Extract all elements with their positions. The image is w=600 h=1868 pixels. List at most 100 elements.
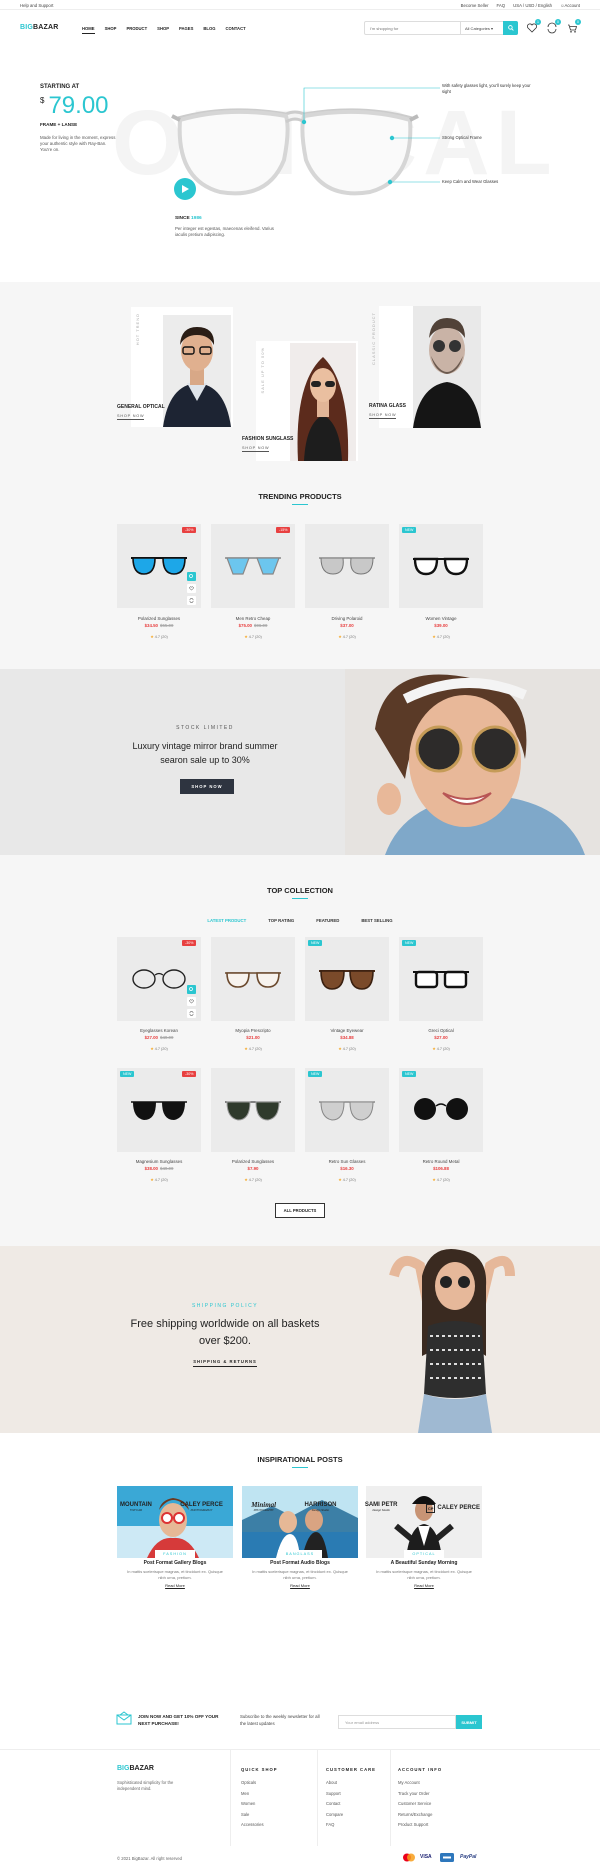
product-price: $106.88 bbox=[399, 1166, 483, 1171]
post-title[interactable]: Post Format Gallery Blogs bbox=[123, 1560, 227, 1566]
newsletter-email-input[interactable]: Your email address bbox=[338, 1715, 456, 1729]
product-name[interactable]: Greci Optical bbox=[399, 1028, 483, 1033]
locale-selector[interactable]: USA / USD / English bbox=[513, 3, 552, 8]
footer-link[interactable]: Product Support bbox=[398, 1822, 442, 1827]
site-logo[interactable]: BIGBAZAR bbox=[20, 24, 59, 31]
category-shop-link[interactable]: SHOP NOW bbox=[117, 414, 145, 420]
product-image[interactable] bbox=[211, 937, 295, 1021]
footer-link[interactable]: Women bbox=[241, 1801, 278, 1806]
tab-featured[interactable]: FEATURED bbox=[316, 918, 339, 923]
cart-button[interactable]: 0 bbox=[566, 19, 581, 34]
tab-latest-product[interactable]: LATEST PRODUCT bbox=[207, 918, 246, 923]
brand-logo[interactable]: Minimal PHOTOGRAPHY bbox=[251, 1502, 276, 1513]
nav-shop-2[interactable]: SHOP bbox=[157, 26, 169, 31]
footer-link[interactable]: My Account bbox=[398, 1780, 442, 1785]
footer-col-heading: ACCOUNT INFO bbox=[398, 1767, 443, 1772]
product-image[interactable]: -30% bbox=[117, 524, 201, 608]
product-image[interactable]: -15% bbox=[211, 524, 295, 608]
product-name[interactable]: Men Retro Cheap bbox=[211, 616, 295, 621]
compare-icon[interactable] bbox=[187, 1009, 196, 1018]
become-seller-link[interactable]: Become Seller bbox=[461, 3, 489, 8]
brand-logo[interactable]: SAMI PETR Design Studio bbox=[365, 1502, 398, 1513]
product-name[interactable]: Retro Sun Glasses bbox=[305, 1159, 389, 1164]
product-image[interactable]: -30% bbox=[117, 937, 201, 1021]
footer-link[interactable]: Track your Order bbox=[398, 1791, 442, 1796]
post-read-more[interactable]: Read More bbox=[372, 1583, 476, 1588]
product-name[interactable]: Retro Round Metal bbox=[399, 1159, 483, 1164]
post-image[interactable] bbox=[242, 1486, 358, 1558]
product-image[interactable] bbox=[305, 524, 389, 608]
product-image[interactable]: NEW bbox=[305, 1068, 389, 1152]
footer-link[interactable]: Sale bbox=[241, 1812, 278, 1817]
compare-icon[interactable] bbox=[187, 596, 196, 605]
post-image[interactable] bbox=[366, 1486, 482, 1558]
search-button[interactable] bbox=[503, 21, 518, 35]
category-shop-link[interactable]: SHOP NOW bbox=[369, 413, 397, 419]
footer-divider bbox=[230, 1750, 231, 1846]
post-image[interactable] bbox=[117, 1486, 233, 1558]
footer-link[interactable]: Men bbox=[241, 1791, 278, 1796]
product-name[interactable]: Eyeglasses Korean bbox=[117, 1028, 201, 1033]
account-link[interactable]: ☺ Account bbox=[560, 3, 580, 8]
category-card-fashion-sunglass[interactable]: SALE UP TO 50% FASHION SUNGLASS SHOP NOW bbox=[242, 341, 358, 461]
shipping-returns-link[interactable]: SHIPPING & RETURNS bbox=[185, 1359, 265, 1367]
product-image[interactable]: NEW -30% bbox=[117, 1068, 201, 1152]
product-name[interactable]: Polarized Sunglasses bbox=[211, 1159, 295, 1164]
play-video-button[interactable] bbox=[174, 178, 196, 200]
product-image[interactable]: NEW bbox=[399, 1068, 483, 1152]
tab-best-selling[interactable]: BEST SELLING bbox=[361, 918, 392, 923]
product-image[interactable]: NEW bbox=[399, 524, 483, 608]
footer-link[interactable]: Contact bbox=[326, 1801, 376, 1806]
post-title[interactable]: A Beautiful Sunday Morning bbox=[372, 1560, 476, 1566]
footer-logo[interactable]: BIGBAZAR bbox=[117, 1765, 154, 1772]
footer-link[interactable]: Opticals bbox=[241, 1780, 278, 1785]
footer-link[interactable]: Support bbox=[326, 1791, 376, 1796]
brand-logo[interactable]: MOUNTAIN TOP CAR bbox=[120, 1502, 152, 1513]
heart-icon[interactable] bbox=[187, 997, 196, 1006]
nav-blog[interactable]: BLOG bbox=[203, 26, 215, 31]
nav-shop[interactable]: SHOP bbox=[105, 26, 117, 31]
category-card-ratina-glass[interactable]: CLASSIC PRODUCT RATINA GLASS SHOP NOW bbox=[369, 306, 481, 428]
category-card-general-optical[interactable]: HOT TREND GENERAL OPTICAL SHOP NOW bbox=[117, 307, 233, 427]
post-read-more[interactable]: Read More bbox=[123, 1583, 227, 1588]
compare-button[interactable]: 0 bbox=[546, 19, 561, 34]
footer-link[interactable]: Accessories bbox=[241, 1822, 278, 1827]
footer-link[interactable]: Customer Service bbox=[398, 1801, 442, 1806]
post-title[interactable]: Post Format Audio Blogs bbox=[248, 1560, 352, 1566]
help-link[interactable]: Help and Support bbox=[20, 3, 53, 8]
search-input[interactable] bbox=[365, 25, 460, 31]
product-name[interactable]: Magnesium Sunglasses bbox=[117, 1159, 201, 1164]
promo-shop-button[interactable]: SHOP NOW bbox=[180, 779, 234, 794]
heart-icon[interactable] bbox=[187, 584, 196, 593]
faq-link[interactable]: FAQ bbox=[497, 3, 506, 8]
product-image[interactable] bbox=[211, 1068, 295, 1152]
category-shop-link[interactable]: SHOP NOW bbox=[242, 446, 270, 452]
footer-link[interactable]: Returns/Exchange bbox=[398, 1812, 442, 1817]
new-badge: NEW bbox=[402, 1071, 417, 1077]
footer-link[interactable]: FAQ bbox=[326, 1822, 376, 1827]
quick-view-icon[interactable] bbox=[187, 572, 196, 581]
newsletter-submit-button[interactable]: SUBMIT bbox=[456, 1715, 482, 1729]
quick-view-icon[interactable] bbox=[187, 985, 196, 994]
wishlist-button[interactable]: 1 bbox=[526, 19, 541, 34]
product-name[interactable]: Polarized Sunglasses bbox=[117, 616, 201, 621]
tab-top-rating[interactable]: TOP RATING bbox=[268, 918, 294, 923]
product-name[interactable]: Women Vintage bbox=[399, 616, 483, 621]
category-select[interactable]: All Categories ▾ bbox=[460, 22, 504, 34]
brand-logo[interactable]: CALEY PERCE PHOTOGRAPHY bbox=[180, 1502, 223, 1513]
brand-logo[interactable]: HARRISON Design Studio bbox=[304, 1502, 336, 1513]
product-image[interactable]: NEW bbox=[399, 937, 483, 1021]
nav-pages[interactable]: PAGES bbox=[179, 26, 193, 31]
product-name[interactable]: Driving Polaroid bbox=[305, 616, 389, 621]
product-image[interactable]: NEW bbox=[305, 937, 389, 1021]
product-name[interactable]: Myopia Prescripto bbox=[211, 1028, 295, 1033]
nav-product[interactable]: PRODUCT bbox=[126, 26, 147, 31]
footer-link[interactable]: About bbox=[326, 1780, 376, 1785]
footer-link[interactable]: Compare bbox=[326, 1812, 376, 1817]
brand-logo[interactable]: CP CALEY PERCE bbox=[425, 1503, 480, 1513]
post-read-more[interactable]: Read More bbox=[248, 1583, 352, 1588]
nav-home[interactable]: HOME bbox=[82, 26, 95, 34]
all-products-button[interactable]: ALL PRODUCTS bbox=[275, 1203, 325, 1218]
product-name[interactable]: Vintage Eyewear bbox=[305, 1028, 389, 1033]
nav-contact[interactable]: CONTACT bbox=[226, 26, 246, 31]
